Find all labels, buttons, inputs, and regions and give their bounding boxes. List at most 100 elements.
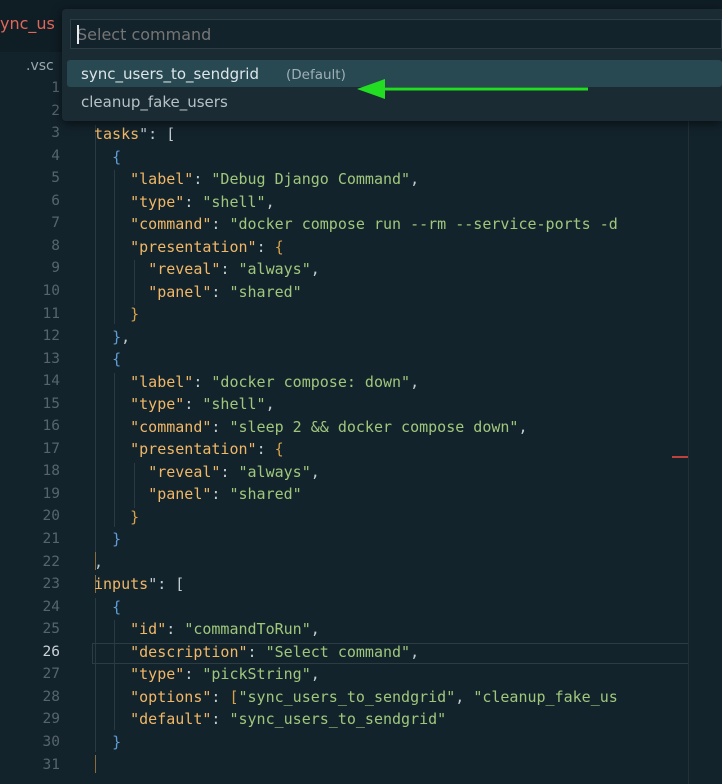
code-key: "type" bbox=[130, 395, 185, 413]
line-number: 21 bbox=[42, 531, 60, 547]
code-line: "reveal": "always", bbox=[148, 463, 320, 481]
code-key: "type" bbox=[130, 193, 185, 211]
line-number: 18 bbox=[42, 463, 60, 480]
code-text: ": [ bbox=[139, 125, 176, 143]
line-number: 5 bbox=[51, 170, 60, 187]
line-number: 25 bbox=[42, 621, 60, 638]
line-number: 17 bbox=[42, 440, 60, 457]
line-number: 23 bbox=[42, 576, 60, 593]
code-line: "command": "sleep 2 && docker compose do… bbox=[130, 418, 528, 436]
code-line: "type": "pickString", bbox=[130, 665, 320, 683]
code-line: "type": "shell", bbox=[130, 395, 275, 413]
code-line: "presentation": { bbox=[130, 238, 284, 256]
code-line: }, bbox=[112, 328, 131, 346]
line-number: 2 bbox=[51, 102, 60, 119]
line-number: 20 bbox=[42, 508, 60, 525]
code-line: "reveal": "always", bbox=[148, 260, 320, 278]
code-string: "sync_users_to_sendgrid" bbox=[238, 688, 456, 706]
code-line: "type": "shell", bbox=[130, 193, 275, 211]
code-key: "options" bbox=[130, 688, 212, 706]
code-line: } bbox=[112, 733, 122, 751]
code-string: "cleanup_fake_us bbox=[473, 688, 618, 706]
line-number: 31 bbox=[42, 756, 60, 773]
quick-pick-item-label: sync_users_to_sendgrid bbox=[81, 65, 259, 83]
line-number: 28 bbox=[42, 688, 60, 705]
code-string: "shared" bbox=[229, 283, 302, 301]
line-number: 11 bbox=[42, 305, 60, 322]
code-line: "presentation": { bbox=[130, 440, 284, 458]
code-line: "panel": "shared" bbox=[148, 283, 302, 301]
line-number: 4 bbox=[51, 147, 60, 164]
line-number: 15 bbox=[42, 395, 60, 412]
code-string: "shell" bbox=[202, 395, 266, 413]
code-key: "label" bbox=[130, 373, 194, 391]
code-string: "Select command" bbox=[265, 643, 411, 661]
code-line: tasks": [ bbox=[94, 125, 175, 143]
code-string: "sleep 2 && docker compose down" bbox=[229, 418, 519, 436]
code-string: "shared" bbox=[229, 485, 302, 503]
line-number: 6 bbox=[51, 192, 60, 209]
code-string: "docker compose: down" bbox=[211, 373, 411, 391]
code-key: "id" bbox=[130, 620, 167, 638]
quick-pick-input[interactable] bbox=[77, 23, 677, 45]
code-line: inputs": [ bbox=[94, 575, 184, 593]
line-number: 14 bbox=[42, 373, 60, 390]
line-number: 12 bbox=[42, 328, 60, 345]
code-key: "command" bbox=[130, 418, 212, 436]
code-line: , bbox=[94, 553, 104, 571]
quick-pick-input-box[interactable] bbox=[70, 19, 722, 49]
code-line: { bbox=[112, 598, 122, 616]
code-line: } bbox=[130, 508, 140, 526]
code-string: "shell" bbox=[202, 193, 266, 211]
code-line: "id": "commandToRun", bbox=[130, 620, 320, 638]
code-line: "description": "Select command", bbox=[130, 643, 420, 661]
code-key: "label" bbox=[130, 170, 194, 188]
breadcrumb[interactable]: .vsc bbox=[26, 58, 54, 74]
editor-ruler bbox=[688, 78, 689, 784]
code-line: } bbox=[130, 305, 140, 323]
tab-file[interactable]: ync_us bbox=[0, 14, 55, 33]
code-string: "sync_users_to_sendgrid" bbox=[229, 710, 447, 728]
code-key: "panel" bbox=[148, 283, 212, 301]
line-number: 9 bbox=[51, 260, 60, 277]
line-number: 30 bbox=[42, 733, 60, 750]
code-line: "default": "sync_users_to_sendgrid" bbox=[130, 710, 447, 728]
quick-pick-item-label: cleanup_fake_users bbox=[81, 93, 228, 111]
code-line: "label": "Debug Django Command", bbox=[130, 170, 420, 188]
code-key: "description" bbox=[130, 643, 248, 661]
overview-ruler-mark bbox=[672, 456, 688, 458]
code-key: "reveal" bbox=[148, 463, 221, 481]
code-line: "panel": "shared" bbox=[148, 485, 302, 503]
line-number: 27 bbox=[42, 666, 60, 683]
code-line: } bbox=[112, 530, 122, 548]
code-key: "reveal" bbox=[148, 260, 221, 278]
code-key: "presentation" bbox=[130, 238, 257, 256]
annotation-arrow-icon bbox=[357, 79, 588, 99]
code-string: "docker compose run --rm --service-ports… bbox=[229, 215, 618, 233]
code-string: "always" bbox=[238, 260, 311, 278]
line-number: 1 bbox=[51, 80, 60, 96]
line-number: 7 bbox=[51, 215, 60, 232]
code-line: "command": "docker compose run --rm --se… bbox=[130, 215, 618, 233]
line-number: 29 bbox=[42, 711, 60, 728]
code-key: "panel" bbox=[148, 485, 212, 503]
line-number: 13 bbox=[42, 350, 60, 367]
code-key: "type" bbox=[130, 665, 185, 683]
line-number: 24 bbox=[42, 598, 60, 615]
line-number: 22 bbox=[42, 553, 60, 570]
code-line: "options": ["sync_users_to_sendgrid", "c… bbox=[130, 688, 618, 706]
code-string: "always" bbox=[238, 463, 311, 481]
line-number: 8 bbox=[51, 237, 60, 254]
code-key: "default" bbox=[130, 710, 212, 728]
code-key: inputs bbox=[94, 575, 149, 593]
line-number: 26 bbox=[42, 643, 60, 660]
line-number: 3 bbox=[51, 125, 60, 142]
code-key: "presentation" bbox=[130, 440, 257, 458]
code-text: ": [ bbox=[148, 575, 185, 593]
code-line: { bbox=[112, 350, 122, 368]
code-key: "command" bbox=[130, 215, 212, 233]
code-string: "Debug Django Command" bbox=[211, 170, 411, 188]
code-key: tasks bbox=[94, 125, 140, 143]
code-string: "commandToRun" bbox=[184, 620, 311, 638]
text-caret bbox=[77, 25, 79, 44]
